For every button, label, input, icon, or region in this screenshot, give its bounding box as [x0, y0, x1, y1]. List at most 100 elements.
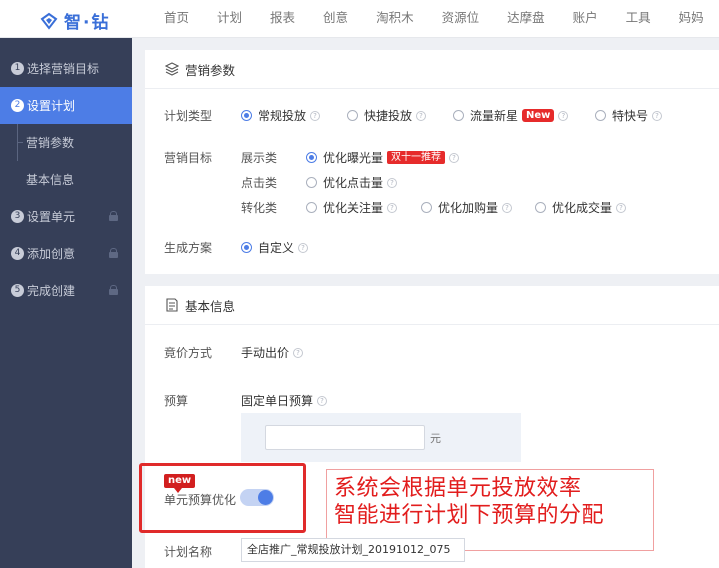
help-icon[interactable]: ?: [387, 202, 398, 213]
option-label: 优化成交量: [552, 201, 613, 215]
budget-unit: 元: [430, 432, 441, 445]
nav-item-resource[interactable]: 资源位: [428, 0, 494, 38]
substep-connector: [17, 142, 23, 143]
radio-selected[interactable]: [306, 152, 317, 163]
top-navigation-bar: 智·钻 首页 计划 报表 创意 淘积木 资源位 达摩盘 账户 工具 妈妈: [0, 0, 719, 38]
step-number: 1: [11, 62, 24, 75]
nav-item-damopan[interactable]: 达摩盘: [493, 0, 559, 38]
layers-icon: [165, 62, 179, 76]
radio-selected[interactable]: [241, 110, 252, 121]
goal-group-label: 展示类: [241, 151, 278, 165]
option-label: 流量新星: [470, 109, 519, 123]
help-icon[interactable]: ?: [298, 242, 309, 253]
goal-option[interactable]: 优化成交量 ?: [535, 199, 627, 216]
card-header: 基本信息: [145, 286, 719, 325]
step-label: 设置计划: [27, 99, 76, 113]
budget-type: 固定单日预算 ?: [241, 392, 328, 409]
callout-line-2: 智能进行计划下预算的分配: [334, 503, 605, 528]
radio[interactable]: [535, 202, 546, 213]
nav-item-report[interactable]: 报表: [256, 0, 309, 38]
option-label: 快捷投放: [364, 109, 413, 123]
nav-item-mama[interactable]: 妈妈: [665, 0, 718, 38]
card-header: 营销参数: [145, 50, 719, 89]
brand-logo-icon: [40, 12, 58, 30]
substep-marketing-params[interactable]: 营销参数: [0, 124, 132, 161]
budget-input[interactable]: [265, 425, 425, 450]
step-add-creative: 4 添加创意: [0, 235, 132, 272]
brand-logo[interactable]: 智·钻: [40, 8, 110, 33]
promo-badge: 双十一推荐: [387, 151, 446, 164]
nav-item-tools[interactable]: 工具: [612, 0, 665, 38]
step-number: 3: [11, 210, 24, 223]
goal-option[interactable]: 优化加购量 ?: [421, 199, 513, 216]
card-title: 营销参数: [185, 62, 236, 78]
help-icon[interactable]: ?: [558, 110, 569, 121]
plan-name-label: 计划名称: [164, 545, 213, 559]
help-icon[interactable]: ?: [616, 202, 627, 213]
help-icon[interactable]: ?: [310, 110, 321, 121]
budget-label: 预算: [164, 394, 189, 408]
radio[interactable]: [421, 202, 432, 213]
radio[interactable]: [306, 202, 317, 213]
scheme-option[interactable]: 自定义 ?: [241, 239, 309, 256]
step-number: 5: [11, 284, 24, 297]
step-finish: 5 完成创建: [0, 272, 132, 309]
substep-label: 基本信息: [26, 173, 75, 187]
plan-type-label: 计划类型: [164, 109, 213, 123]
option-label: 常规投放: [258, 109, 307, 123]
main-nav: 首页 计划 报表 创意 淘积木 资源位 达摩盘 账户 工具 妈妈: [150, 0, 718, 38]
help-icon[interactable]: ?: [293, 347, 304, 358]
step-number: 4: [11, 247, 24, 260]
help-icon[interactable]: ?: [502, 202, 513, 213]
help-icon[interactable]: ?: [387, 177, 398, 188]
plan-type-option[interactable]: 特快号 ?: [595, 107, 663, 124]
plan-type-option[interactable]: 流量新星 New ?: [453, 107, 569, 124]
bid-value: 手动出价 ?: [241, 344, 304, 361]
radio-selected[interactable]: [241, 242, 252, 253]
lock-icon: [109, 248, 118, 258]
step-number: 2: [11, 99, 24, 112]
nav-item-account[interactable]: 账户: [559, 0, 612, 38]
unit-budget-opt-toggle[interactable]: [240, 489, 274, 506]
nav-item-home[interactable]: 首页: [150, 0, 203, 38]
new-badge: New: [522, 109, 555, 122]
radio[interactable]: [306, 177, 317, 188]
scheme-label: 生成方案: [164, 241, 213, 255]
goal-option[interactable]: 优化点击量 ?: [306, 174, 398, 191]
goal-option[interactable]: 优化曝光量 双十一推荐 ?: [306, 149, 460, 166]
option-label: 优化加购量: [438, 201, 499, 215]
help-icon[interactable]: ?: [652, 110, 663, 121]
card-title: 基本信息: [185, 298, 236, 314]
step-label: 添加创意: [27, 247, 76, 261]
bid-value-text: 手动出价: [241, 346, 290, 360]
lock-icon: [109, 285, 118, 295]
nav-item-creative[interactable]: 创意: [309, 0, 362, 38]
nav-item-taojimu[interactable]: 淘积木: [362, 0, 428, 38]
step-sidebar: 1 选择营销目标 2 设置计划 营销参数 基本信息 3 设置单元 4 添加创意 …: [0, 38, 132, 568]
help-icon[interactable]: ?: [317, 395, 328, 406]
goal-option[interactable]: 优化关注量 ?: [306, 199, 398, 216]
lock-icon: [109, 211, 118, 221]
step-set-plan[interactable]: 2 设置计划: [0, 87, 132, 124]
bid-label: 竟价方式: [164, 346, 213, 360]
radio[interactable]: [347, 110, 358, 121]
option-label: 优化点击量: [323, 176, 384, 190]
goal-label: 营销目标: [164, 151, 213, 165]
plan-type-option[interactable]: 快捷投放 ?: [347, 107, 427, 124]
brand-name: 智·钻: [64, 13, 111, 33]
plan-name-input[interactable]: 全店推广_常规投放计划_20191012_075: [241, 538, 465, 562]
radio[interactable]: [453, 110, 464, 121]
help-icon[interactable]: ?: [449, 152, 460, 163]
step-select-goal[interactable]: 1 选择营销目标: [0, 50, 132, 87]
document-icon: [166, 298, 178, 312]
plan-type-option[interactable]: 常规投放 ?: [241, 107, 321, 124]
goal-group-label: 点击类: [241, 176, 278, 190]
goal-group-label: 转化类: [241, 201, 278, 215]
nav-item-plan[interactable]: 计划: [203, 0, 256, 38]
substep-basic-info[interactable]: 基本信息: [0, 161, 132, 198]
radio[interactable]: [595, 110, 606, 121]
help-icon[interactable]: ?: [416, 110, 427, 121]
option-label: 特快号: [612, 109, 649, 123]
option-label: 优化曝光量: [323, 151, 384, 165]
option-label: 优化关注量: [323, 201, 384, 215]
